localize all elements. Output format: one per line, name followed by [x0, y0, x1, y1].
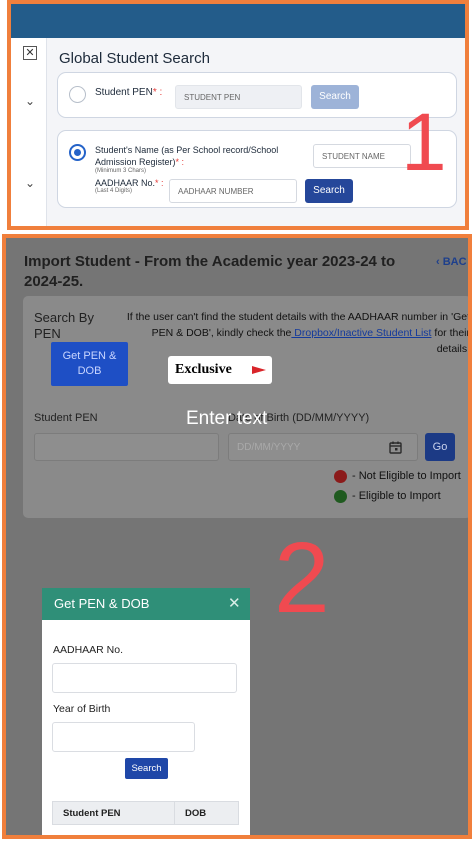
aadhaar-hint: (Last 4 Digits): [95, 188, 133, 194]
student-pen-label-2: Student PEN: [34, 412, 98, 424]
panel-1-global-student-search: ✕ ⌄ ⌄ Global Student Search Student PEN*…: [7, 0, 469, 230]
flag-icon: [252, 366, 266, 374]
table-header-dob: DOB: [185, 808, 207, 819]
search-by-pen-label: Search By PEN: [34, 310, 94, 341]
modal-close-icon[interactable]: ✕: [228, 594, 241, 612]
student-pen-label: Student PEN* :: [95, 87, 163, 98]
get-pen-dob-button[interactable]: Get PEN & DOB: [51, 342, 128, 386]
page-title: Global Student Search: [59, 50, 210, 67]
dob-placeholder: DD/MM/YYYY: [237, 442, 301, 453]
panel-2-import-student: Import Student - From the Academic year …: [2, 234, 472, 839]
student-name-input[interactable]: STUDENT NAME: [313, 144, 411, 168]
modal-year-input[interactable]: [52, 722, 195, 752]
back-link[interactable]: ‹ BAC: [436, 256, 467, 268]
student-name-radio[interactable]: [69, 144, 86, 161]
info-note: If the user can't find the student detai…: [126, 311, 470, 355]
step-marker-2: 2: [274, 522, 330, 634]
modal-title: Get PEN & DOB: [54, 596, 150, 611]
sidebar-chevron-down-icon[interactable]: ⌄: [25, 94, 35, 108]
not-eligible-dot: [334, 470, 347, 483]
eligible-dot: [334, 490, 347, 503]
table-header-student-pen: Student PEN: [63, 808, 121, 819]
modal-aadhaar-input[interactable]: [52, 663, 237, 693]
student-pen-input-2[interactable]: [34, 433, 219, 461]
get-pen-dob-modal: Get PEN & DOB ✕ AADHAAR No. Year of Birt…: [42, 588, 250, 835]
sidebar-chevron-down-icon[interactable]: ⌄: [25, 176, 35, 190]
go-button[interactable]: Go: [425, 433, 455, 461]
student-name-hint: (Minimum 3 Chars): [95, 168, 147, 174]
modal-search-button[interactable]: Search: [125, 758, 168, 779]
student-pen-radio[interactable]: [69, 86, 86, 103]
modal-year-label: Year of Birth: [53, 703, 111, 715]
sidebar: [11, 38, 47, 226]
aadhaar-input[interactable]: AADHAAR NUMBER: [169, 179, 297, 203]
overlay-enter-text: Enter text: [186, 408, 268, 429]
aadhaar-label: AADHAAR No.* :: [95, 178, 164, 188]
import-student-heading: Import Student - From the Academic year …: [24, 253, 396, 290]
exclusive-badge: Exclusive: [168, 356, 272, 384]
modal-results-table-header: Student PEN DOB: [52, 801, 239, 825]
student-pen-input[interactable]: STUDENT PEN: [175, 85, 302, 109]
student-pen-search-button[interactable]: Search: [311, 85, 359, 109]
aadhaar-search-button[interactable]: Search: [305, 179, 353, 203]
eligible-legend: - Eligible to Import: [352, 490, 441, 502]
sidebar-close-icon[interactable]: ✕: [23, 46, 37, 60]
top-app-bar: [11, 4, 465, 38]
dropbox-inactive-list-link[interactable]: Dropbox/Inactive Student List: [291, 327, 431, 339]
table-divider: [174, 802, 175, 824]
calendar-icon[interactable]: [389, 441, 402, 454]
not-eligible-legend: - Not Eligible to Import: [352, 470, 461, 482]
dob-input[interactable]: DD/MM/YYYY: [228, 433, 418, 461]
modal-aadhaar-label: AADHAAR No.: [53, 644, 124, 656]
step-marker-1: 1: [401, 97, 447, 188]
student-name-label: Student's Name (as Per School record/Sch…: [95, 145, 279, 167]
